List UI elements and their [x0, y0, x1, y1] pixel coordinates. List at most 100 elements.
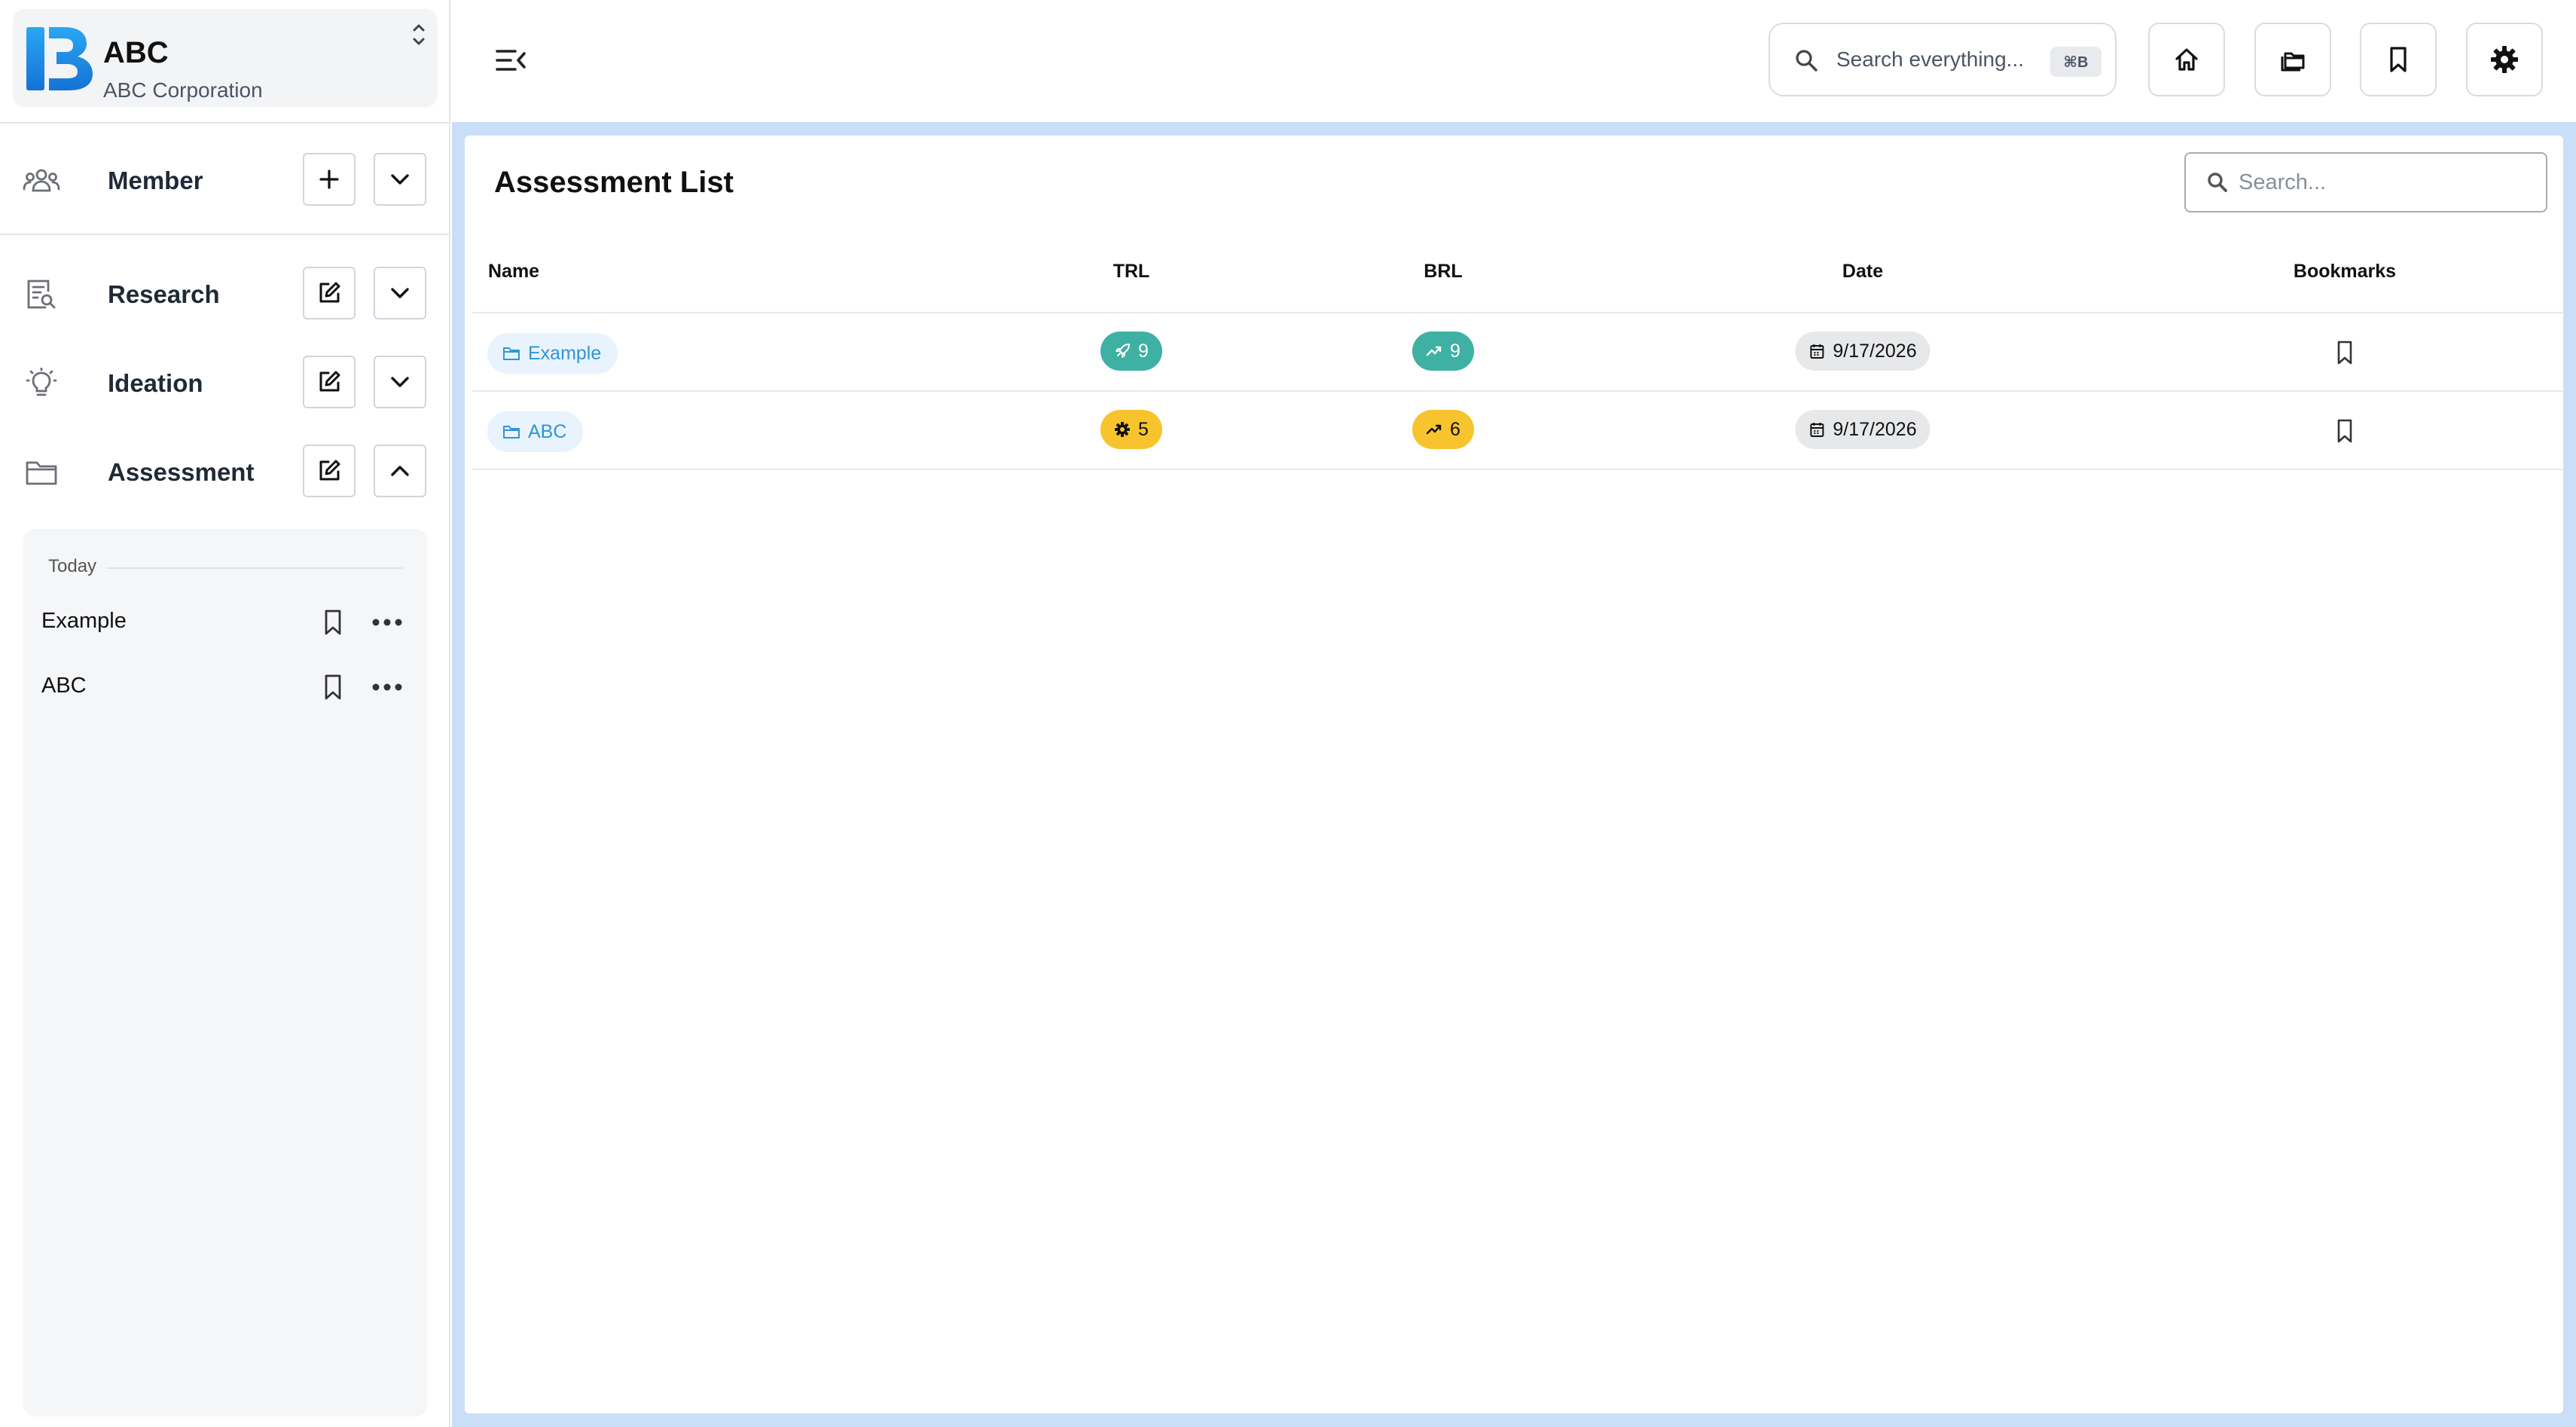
- trending-up-icon: [1426, 346, 1442, 356]
- search-icon: [2208, 173, 2227, 192]
- global-search-placeholder: Search everything...: [1836, 47, 2025, 71]
- folder-icon: [503, 426, 520, 438]
- sidebar: ABC ABC Corporation Member Research Idea…: [0, 0, 450, 1427]
- trl-value: 5: [1138, 418, 1149, 440]
- expand-ideation-button[interactable]: [374, 356, 426, 408]
- gear-icon: [1115, 422, 1131, 437]
- calendar-icon: [1810, 344, 1824, 359]
- page-title: Assessment List: [494, 166, 734, 199]
- date-value: 9/17/2026: [1833, 340, 1917, 362]
- bookmarks-button[interactable]: [2360, 23, 2437, 96]
- trl-badge: 5: [1100, 410, 1162, 449]
- org-logo: [26, 27, 93, 90]
- search-placeholder: Search...: [2239, 170, 2327, 194]
- divider: [0, 234, 450, 235]
- brl-badge: 9: [1412, 332, 1474, 371]
- folder-icon: [26, 461, 57, 485]
- trl-value: 9: [1138, 340, 1149, 362]
- nav-assessment[interactable]: Assessment: [0, 445, 450, 499]
- trl-badge: 9: [1100, 332, 1162, 371]
- brl-badge: 6: [1412, 410, 1474, 449]
- group-label: Today: [48, 556, 97, 576]
- settings-button[interactable]: [2466, 23, 2543, 96]
- assessment-name: ABC: [528, 420, 567, 442]
- search-input[interactable]: Search...: [2184, 152, 2547, 212]
- members-icon: [23, 169, 60, 192]
- chevron-up-down-icon[interactable]: [407, 20, 430, 50]
- history-item[interactable]: Example: [23, 595, 427, 648]
- org-switcher[interactable]: ABC ABC Corporation: [13, 9, 438, 107]
- trl-cell: 5: [1100, 410, 1162, 449]
- more-icon[interactable]: [370, 612, 404, 633]
- org-subtitle: ABC Corporation: [103, 78, 263, 102]
- home-icon: [2175, 48, 2198, 71]
- new-research-button[interactable]: [303, 267, 356, 319]
- shortcut-badge: ⌘B: [2050, 47, 2101, 77]
- trending-up-icon: [1426, 424, 1442, 435]
- chevron-down-icon: [391, 377, 409, 387]
- chevron-down-icon: [391, 288, 409, 298]
- global-search[interactable]: Search everything... ⌘B: [1769, 23, 2117, 96]
- history-item-label: Example: [41, 609, 127, 633]
- chevron-up-icon: [391, 466, 409, 476]
- edit-icon: [319, 282, 340, 303]
- collapse-assessment-button[interactable]: [374, 445, 426, 497]
- assessment-name: Example: [528, 342, 602, 364]
- divider: [472, 469, 2563, 470]
- assessment-history-panel: Today Example ABC: [23, 529, 427, 1416]
- bookmark-icon[interactable]: [2333, 418, 2356, 444]
- new-ideation-button[interactable]: [303, 356, 356, 408]
- research-icon: [27, 280, 56, 309]
- nav-member[interactable]: Member: [0, 153, 450, 207]
- nav-ideation[interactable]: Ideation: [0, 356, 450, 410]
- more-icon[interactable]: [370, 677, 404, 698]
- nav-label: Member: [108, 167, 203, 194]
- folder-icon: [503, 347, 520, 360]
- date-value: 9/17/2026: [1833, 418, 1917, 440]
- brl-value: 6: [1450, 418, 1460, 440]
- bookmark-icon[interactable]: [320, 609, 346, 636]
- brl-value: 9: [1450, 340, 1460, 362]
- date-badge: 9/17/2026: [1795, 332, 1930, 371]
- folders-icon: [2281, 52, 2305, 72]
- assessment-name-chip[interactable]: ABC: [487, 411, 584, 452]
- expand-member-button[interactable]: [374, 153, 426, 206]
- lightbulb-icon: [26, 368, 57, 396]
- nav-label: Assessment: [108, 458, 255, 486]
- edit-icon: [319, 371, 340, 392]
- org-name: ABC: [103, 36, 169, 69]
- nav-label: Ideation: [108, 369, 203, 397]
- nav-research[interactable]: Research: [0, 267, 450, 321]
- collapse-sidebar-icon[interactable]: [493, 42, 529, 78]
- brl-cell: 6: [1412, 410, 1474, 449]
- plus-icon: [319, 170, 339, 189]
- column-header-bookmarks[interactable]: Bookmarks: [2294, 261, 2396, 283]
- bookmark-icon: [2390, 47, 2407, 72]
- home-button[interactable]: [2148, 23, 2225, 96]
- new-assessment-button[interactable]: [303, 445, 356, 497]
- assessment-list-card: Assessment List Search... Name TRL BRL D…: [465, 136, 2563, 1413]
- add-member-button[interactable]: [303, 153, 356, 206]
- bookmark-icon[interactable]: [2333, 340, 2356, 365]
- history-item-label: ABC: [41, 674, 87, 698]
- table-row[interactable]: ABC 5 6 9/17/2026: [465, 392, 2563, 470]
- date-badge: 9/17/2026: [1795, 410, 1930, 449]
- divider: [0, 122, 450, 124]
- collections-button[interactable]: [2254, 23, 2331, 96]
- history-item[interactable]: ABC: [23, 660, 427, 713]
- nav-label: Research: [108, 280, 220, 308]
- brl-cell: 9: [1412, 332, 1474, 371]
- expand-research-button[interactable]: [374, 267, 426, 319]
- column-header-date[interactable]: Date: [1842, 261, 1883, 283]
- column-header-brl[interactable]: BRL: [1424, 261, 1462, 283]
- column-header-name[interactable]: Name: [488, 261, 539, 283]
- bookmark-icon[interactable]: [320, 674, 346, 701]
- topbar: Search everything... ⌘B: [452, 0, 2576, 122]
- assessment-name-chip[interactable]: Example: [487, 333, 618, 374]
- date-cell: 9/17/2026: [1795, 410, 1930, 449]
- edit-icon: [319, 460, 340, 481]
- table-row[interactable]: Example 9 9 9/17/2026: [465, 313, 2563, 392]
- gear-icon: [2491, 46, 2518, 73]
- calendar-icon: [1810, 423, 1824, 437]
- column-header-trl[interactable]: TRL: [1113, 261, 1150, 283]
